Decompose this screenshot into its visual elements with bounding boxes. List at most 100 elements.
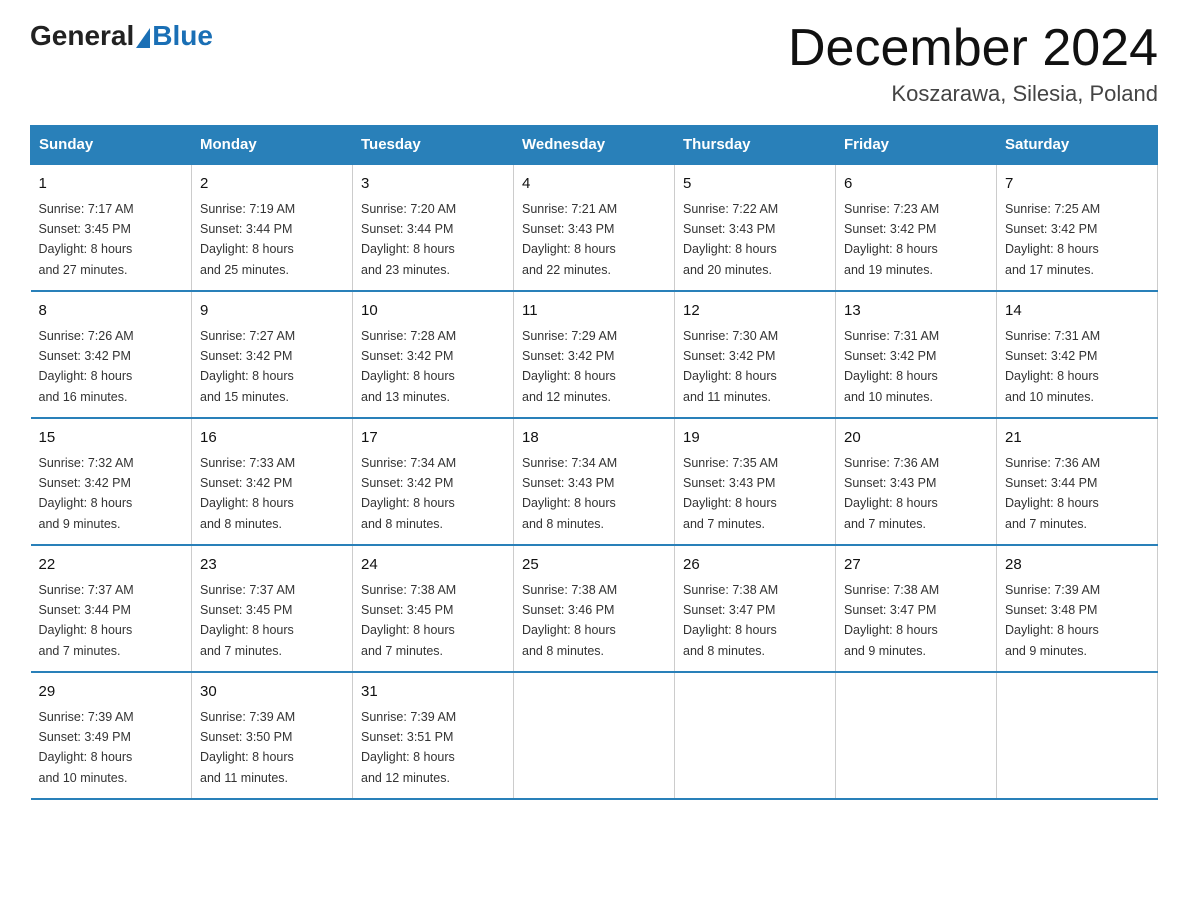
weekday-header-saturday: Saturday xyxy=(997,126,1158,165)
logo-blue-part: Blue xyxy=(134,20,213,52)
calendar-cell: 4 Sunrise: 7:21 AMSunset: 3:43 PMDaylight… xyxy=(514,164,675,291)
calendar-cell: 18 Sunrise: 7:34 AMSunset: 3:43 PMDayligh… xyxy=(514,418,675,545)
weekday-header-friday: Friday xyxy=(836,126,997,165)
day-info: Sunrise: 7:39 AMSunset: 3:51 PMDaylight:… xyxy=(361,710,456,785)
calendar-header: SundayMondayTuesdayWednesdayThursdayFrid… xyxy=(31,126,1158,165)
day-number: 23 xyxy=(200,554,344,577)
day-number: 22 xyxy=(39,554,184,577)
calendar-table: SundayMondayTuesdayWednesdayThursdayFrid… xyxy=(30,125,1158,800)
day-info: Sunrise: 7:36 AMSunset: 3:44 PMDaylight:… xyxy=(1005,456,1100,531)
weekday-header-tuesday: Tuesday xyxy=(353,126,514,165)
weekday-header-sunday: Sunday xyxy=(31,126,192,165)
day-number: 30 xyxy=(200,681,344,704)
day-number: 5 xyxy=(683,173,827,196)
day-info: Sunrise: 7:33 AMSunset: 3:42 PMDaylight:… xyxy=(200,456,295,531)
day-number: 2 xyxy=(200,173,344,196)
title-area: December 2024 Koszarawa, Silesia, Poland xyxy=(788,20,1158,107)
day-info: Sunrise: 7:31 AMSunset: 3:42 PMDaylight:… xyxy=(1005,329,1100,404)
day-number: 27 xyxy=(844,554,988,577)
day-number: 4 xyxy=(522,173,666,196)
day-number: 25 xyxy=(522,554,666,577)
day-info: Sunrise: 7:36 AMSunset: 3:43 PMDaylight:… xyxy=(844,456,939,531)
day-number: 14 xyxy=(1005,300,1149,323)
day-number: 31 xyxy=(361,681,505,704)
day-info: Sunrise: 7:32 AMSunset: 3:42 PMDaylight:… xyxy=(39,456,134,531)
weekday-row: SundayMondayTuesdayWednesdayThursdayFrid… xyxy=(31,126,1158,165)
day-number: 21 xyxy=(1005,427,1149,450)
calendar-cell: 9Sunrise: 7:27 AMSunset: 3:42 PMDaylight… xyxy=(192,291,353,418)
calendar-cell: 15 Sunrise: 7:32 AMSunset: 3:42 PMDayligh… xyxy=(31,418,192,545)
calendar-week-row: 15 Sunrise: 7:32 AMSunset: 3:42 PMDayligh… xyxy=(31,418,1158,545)
day-info: Sunrise: 7:39 AMSunset: 3:48 PMDaylight:… xyxy=(1005,583,1100,658)
day-number: 19 xyxy=(683,427,827,450)
calendar-cell: 23 Sunrise: 7:37 AMSunset: 3:45 PMDayligh… xyxy=(192,545,353,672)
calendar-cell: 13 Sunrise: 7:31 AMSunset: 3:42 PMDayligh… xyxy=(836,291,997,418)
calendar-cell xyxy=(997,672,1158,799)
calendar-cell: 20Sunrise: 7:36 AMSunset: 3:43 PMDayligh… xyxy=(836,418,997,545)
day-info: Sunrise: 7:20 AMSunset: 3:44 PMDaylight:… xyxy=(361,202,456,277)
day-info: Sunrise: 7:21 AMSunset: 3:43 PMDaylight:… xyxy=(522,202,617,277)
calendar-cell: 26Sunrise: 7:38 AMSunset: 3:47 PMDayligh… xyxy=(675,545,836,672)
calendar-cell: 21 Sunrise: 7:36 AMSunset: 3:44 PMDayligh… xyxy=(997,418,1158,545)
logo-general: General xyxy=(30,20,134,52)
calendar-cell: 25 Sunrise: 7:38 AMSunset: 3:46 PMDayligh… xyxy=(514,545,675,672)
calendar-week-row: 22 Sunrise: 7:37 AMSunset: 3:44 PMDayligh… xyxy=(31,545,1158,672)
logo-blue-word: Blue xyxy=(152,20,213,52)
page-header: General Blue December 2024 Koszarawa, Si… xyxy=(30,20,1158,107)
day-info: Sunrise: 7:34 AMSunset: 3:43 PMDaylight:… xyxy=(522,456,617,531)
day-info: Sunrise: 7:38 AMSunset: 3:47 PMDaylight:… xyxy=(683,583,778,658)
day-info: Sunrise: 7:29 AMSunset: 3:42 PMDaylight:… xyxy=(522,329,617,404)
calendar-cell: 28 Sunrise: 7:39 AMSunset: 3:48 PMDayligh… xyxy=(997,545,1158,672)
day-number: 17 xyxy=(361,427,505,450)
logo: General Blue xyxy=(30,20,213,52)
day-info: Sunrise: 7:22 AMSunset: 3:43 PMDaylight:… xyxy=(683,202,778,277)
day-number: 3 xyxy=(361,173,505,196)
day-info: Sunrise: 7:38 AMSunset: 3:46 PMDaylight:… xyxy=(522,583,617,658)
day-number: 28 xyxy=(1005,554,1149,577)
calendar-title: December 2024 xyxy=(788,20,1158,77)
day-info: Sunrise: 7:38 AMSunset: 3:47 PMDaylight:… xyxy=(844,583,939,658)
calendar-cell: 3 Sunrise: 7:20 AMSunset: 3:44 PMDaylight… xyxy=(353,164,514,291)
calendar-week-row: 29Sunrise: 7:39 AMSunset: 3:49 PMDayligh… xyxy=(31,672,1158,799)
calendar-cell: 29Sunrise: 7:39 AMSunset: 3:49 PMDayligh… xyxy=(31,672,192,799)
calendar-cell: 1 Sunrise: 7:17 AMSunset: 3:45 PMDaylight… xyxy=(31,164,192,291)
day-number: 12 xyxy=(683,300,827,323)
day-info: Sunrise: 7:19 AMSunset: 3:44 PMDaylight:… xyxy=(200,202,295,277)
day-info: Sunrise: 7:30 AMSunset: 3:42 PMDaylight:… xyxy=(683,329,778,404)
day-info: Sunrise: 7:37 AMSunset: 3:45 PMDaylight:… xyxy=(200,583,295,658)
day-info: Sunrise: 7:27 AMSunset: 3:42 PMDaylight:… xyxy=(200,329,295,404)
day-number: 10 xyxy=(361,300,505,323)
calendar-cell: 14 Sunrise: 7:31 AMSunset: 3:42 PMDayligh… xyxy=(997,291,1158,418)
day-info: Sunrise: 7:37 AMSunset: 3:44 PMDaylight:… xyxy=(39,583,134,658)
day-number: 13 xyxy=(844,300,988,323)
calendar-cell: 7Sunrise: 7:25 AMSunset: 3:42 PMDaylight… xyxy=(997,164,1158,291)
calendar-cell: 5 Sunrise: 7:22 AMSunset: 3:43 PMDaylight… xyxy=(675,164,836,291)
day-info: Sunrise: 7:28 AMSunset: 3:42 PMDaylight:… xyxy=(361,329,456,404)
calendar-cell xyxy=(514,672,675,799)
day-info: Sunrise: 7:39 AMSunset: 3:50 PMDaylight:… xyxy=(200,710,295,785)
day-info: Sunrise: 7:17 AMSunset: 3:45 PMDaylight:… xyxy=(39,202,134,277)
calendar-body: 1 Sunrise: 7:17 AMSunset: 3:45 PMDaylight… xyxy=(31,164,1158,799)
calendar-cell: 31 Sunrise: 7:39 AMSunset: 3:51 PMDayligh… xyxy=(353,672,514,799)
day-number: 1 xyxy=(39,173,184,196)
calendar-week-row: 1 Sunrise: 7:17 AMSunset: 3:45 PMDaylight… xyxy=(31,164,1158,291)
calendar-cell: 24Sunrise: 7:38 AMSunset: 3:45 PMDayligh… xyxy=(353,545,514,672)
calendar-cell: 22 Sunrise: 7:37 AMSunset: 3:44 PMDayligh… xyxy=(31,545,192,672)
calendar-cell: 10 Sunrise: 7:28 AMSunset: 3:42 PMDayligh… xyxy=(353,291,514,418)
weekday-header-thursday: Thursday xyxy=(675,126,836,165)
day-number: 8 xyxy=(39,300,184,323)
day-number: 6 xyxy=(844,173,988,196)
calendar-cell: 6 Sunrise: 7:23 AMSunset: 3:42 PMDaylight… xyxy=(836,164,997,291)
calendar-cell: 11Sunrise: 7:29 AMSunset: 3:42 PMDayligh… xyxy=(514,291,675,418)
weekday-header-wednesday: Wednesday xyxy=(514,126,675,165)
calendar-cell: 8Sunrise: 7:26 AMSunset: 3:42 PMDaylight… xyxy=(31,291,192,418)
day-info: Sunrise: 7:23 AMSunset: 3:42 PMDaylight:… xyxy=(844,202,939,277)
calendar-cell: 19Sunrise: 7:35 AMSunset: 3:43 PMDayligh… xyxy=(675,418,836,545)
day-number: 29 xyxy=(39,681,184,704)
day-number: 18 xyxy=(522,427,666,450)
calendar-cell xyxy=(836,672,997,799)
day-number: 15 xyxy=(39,427,184,450)
logo-triangle-icon xyxy=(136,28,150,48)
day-info: Sunrise: 7:31 AMSunset: 3:42 PMDaylight:… xyxy=(844,329,939,404)
logo-text: General Blue xyxy=(30,20,213,52)
